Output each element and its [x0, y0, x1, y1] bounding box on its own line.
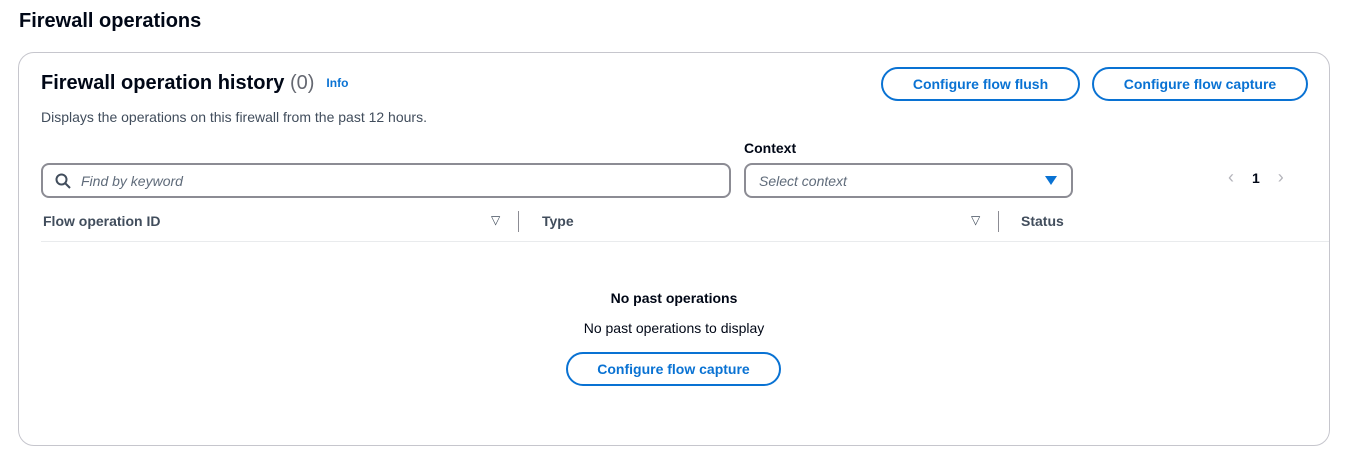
- column-header-flow-operation-id[interactable]: Flow operation ID: [43, 213, 160, 229]
- configure-flow-capture-button[interactable]: Configure flow capture: [1092, 67, 1308, 101]
- caret-down-icon: [1045, 176, 1057, 185]
- configure-flow-flush-button[interactable]: Configure flow flush: [881, 67, 1080, 101]
- empty-state-title: No past operations: [610, 290, 738, 306]
- table-header-divider: [41, 241, 1329, 242]
- search-input[interactable]: Find by keyword: [41, 163, 731, 198]
- search-icon: [55, 173, 71, 189]
- pagination: ‹ 1 ›: [1228, 167, 1284, 188]
- previous-page-icon[interactable]: ‹: [1228, 167, 1234, 188]
- column-header-type[interactable]: Type: [542, 213, 574, 229]
- sort-icon[interactable]: ▽: [491, 213, 500, 227]
- empty-state-message: No past operations to display: [583, 320, 765, 336]
- sort-icon[interactable]: ▽: [971, 213, 980, 227]
- column-divider[interactable]: [998, 211, 999, 232]
- search-placeholder: Find by keyword: [81, 172, 183, 189]
- empty-configure-flow-capture-button[interactable]: Configure flow capture: [566, 352, 781, 386]
- column-header-status[interactable]: Status: [1021, 213, 1064, 229]
- context-placeholder: Select context: [759, 172, 847, 189]
- panel-description: Displays the operations on this firewall…: [41, 109, 427, 125]
- panel-title-text: Firewall operation history: [41, 72, 285, 94]
- column-divider[interactable]: [518, 211, 519, 232]
- context-select[interactable]: Select context: [744, 163, 1073, 198]
- info-link[interactable]: Info: [326, 76, 348, 90]
- panel-title: Firewall operation history (0) Info: [41, 72, 348, 95]
- panel-count: (0): [289, 72, 315, 94]
- next-page-icon[interactable]: ›: [1278, 167, 1284, 188]
- section-title: Firewall operations: [19, 10, 202, 32]
- current-page[interactable]: 1: [1252, 170, 1260, 186]
- context-label: Context: [744, 140, 797, 156]
